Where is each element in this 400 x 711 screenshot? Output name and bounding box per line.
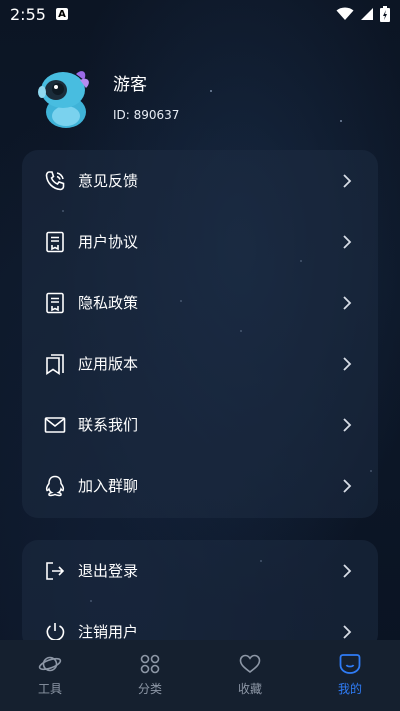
chevron-right-icon (343, 295, 352, 310)
chevron-right-icon (343, 624, 352, 639)
nav-favorites[interactable]: 收藏 (200, 640, 300, 711)
menu-card: 意见反馈 用户协议 隐私政策 应用版本 联系我们 加入群聊 (22, 150, 378, 518)
account-card: 退出登录 注销用户 (22, 540, 378, 650)
user-id: ID: 890637 (113, 108, 180, 122)
profile-header: 游客 ID: 890637 (36, 66, 376, 136)
menu-label: 联系我们 (78, 416, 139, 434)
avatar[interactable] (36, 66, 94, 130)
nav-label: 收藏 (237, 682, 262, 696)
chevron-right-icon (343, 356, 352, 371)
signal-icon (361, 8, 373, 20)
menu-label: 退出登录 (78, 562, 139, 580)
menu-label: 注销用户 (78, 623, 139, 641)
menu-label: 意见反馈 (78, 172, 139, 190)
nav-label: 分类 (137, 682, 162, 696)
logout-icon (44, 560, 66, 582)
bookmark-icon (44, 353, 66, 375)
qq-icon (44, 475, 66, 497)
menu-item-contact-us[interactable]: 联系我们 (22, 394, 378, 455)
wifi-icon (336, 7, 354, 20)
nav-mine[interactable]: 我的 (300, 640, 400, 711)
menu-label: 用户协议 (78, 233, 139, 251)
status-bar: 2:55 A (0, 0, 400, 28)
document-icon (44, 292, 66, 314)
notification-badge: A (55, 8, 68, 20)
document-icon (44, 231, 66, 253)
chevron-right-icon (343, 563, 352, 578)
menu-item-feedback[interactable]: 意见反馈 (22, 150, 378, 211)
nav-label: 工具 (37, 682, 62, 696)
menu-label: 加入群聊 (78, 477, 139, 495)
menu-item-join-group-chat[interactable]: 加入群聊 (22, 455, 378, 516)
nav-label: 我的 (337, 682, 362, 696)
chevron-right-icon (343, 173, 352, 188)
status-time: 2:55 (10, 4, 46, 24)
bottom-navigation: 工具 分类 收藏 我的 (0, 640, 400, 711)
menu-item-privacy-policy[interactable]: 隐私政策 (22, 272, 378, 333)
menu-label: 隐私政策 (78, 294, 139, 312)
nav-categories[interactable]: 分类 (100, 640, 200, 711)
mail-icon (44, 414, 66, 436)
battery-icon (380, 6, 390, 22)
grid-icon (140, 654, 160, 674)
status-icons (336, 6, 390, 22)
menu-item-logout[interactable]: 退出登录 (22, 540, 378, 601)
chevron-right-icon (343, 417, 352, 432)
heart-icon (239, 654, 261, 674)
chevron-right-icon (343, 478, 352, 493)
planet-icon (38, 656, 62, 672)
phone-icon (44, 170, 66, 192)
smile-face-icon (339, 654, 361, 674)
username: 游客 (113, 75, 147, 95)
menu-item-user-agreement[interactable]: 用户协议 (22, 211, 378, 272)
chevron-right-icon (343, 234, 352, 249)
nav-tools[interactable]: 工具 (0, 640, 100, 711)
menu-item-app-version[interactable]: 应用版本 (22, 333, 378, 394)
menu-label: 应用版本 (78, 355, 139, 373)
